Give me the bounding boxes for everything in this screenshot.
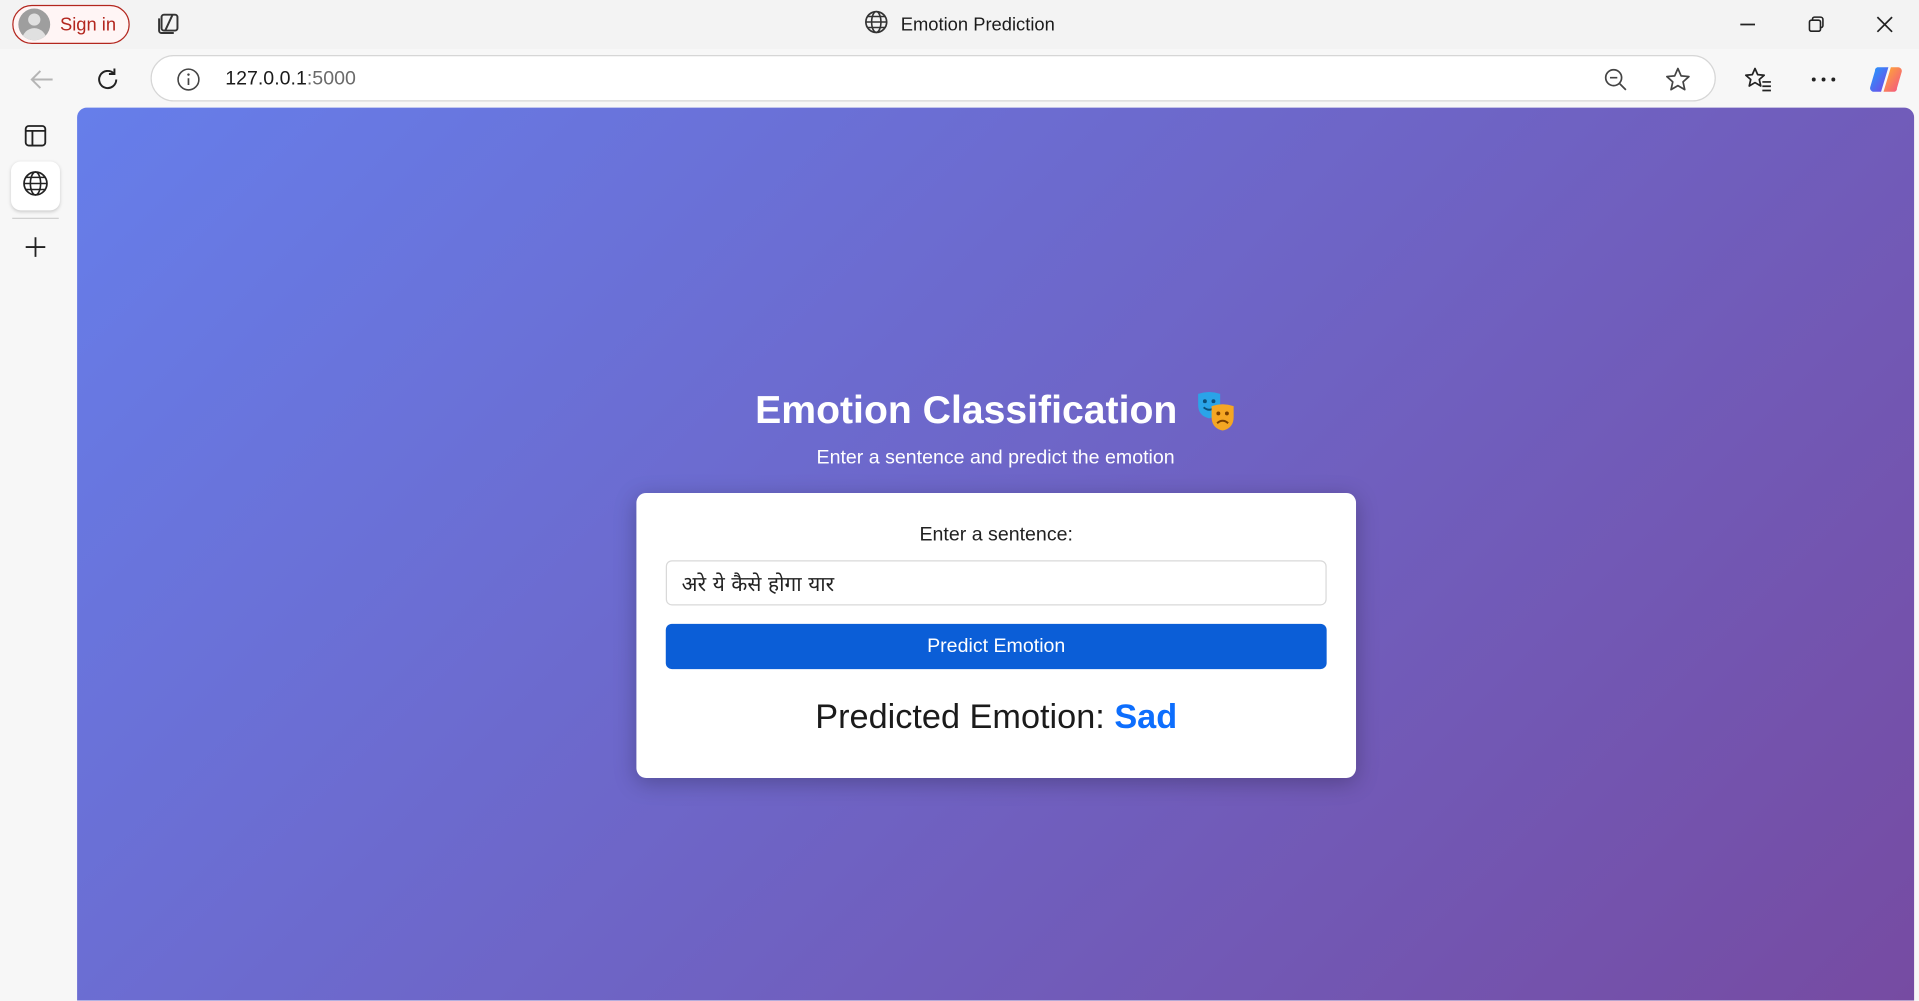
- tab-actions-icon[interactable]: [154, 11, 183, 38]
- predicted-emotion: Sad: [1114, 697, 1178, 736]
- result-prefix: Predicted Emotion:: [815, 697, 1105, 736]
- url-port: :5000: [306, 68, 356, 90]
- url-text[interactable]: 127.0.0.1:5000: [225, 68, 356, 90]
- sentence-input[interactable]: [665, 560, 1327, 606]
- back-arrow-icon[interactable]: [23, 61, 60, 98]
- page-subtitle: Enter a sentence and predict the emotion: [816, 447, 1175, 469]
- sign-in-label: Sign in: [59, 14, 117, 35]
- sign-in-button[interactable]: Sign in: [12, 4, 130, 45]
- zoom-out-icon[interactable]: [1603, 67, 1627, 98]
- avatar: [18, 8, 51, 41]
- prediction-result: Predicted Emotion: Sad: [636, 697, 1356, 736]
- sidebar-tab-globe[interactable]: [11, 161, 60, 211]
- minimize-icon[interactable]: [1731, 7, 1765, 41]
- theater-masks-icon: [1194, 390, 1236, 432]
- vertical-tabs-icon[interactable]: [11, 111, 60, 160]
- favorites-icon[interactable]: [1740, 61, 1777, 98]
- star-icon[interactable]: [1664, 66, 1691, 99]
- address-bar[interactable]: 127.0.0.1:5000: [150, 55, 1716, 102]
- sidebar-divider: [12, 217, 59, 219]
- more-icon[interactable]: [1805, 61, 1842, 98]
- globe-icon: [864, 10, 888, 39]
- page-content: Emotion Classification Enter a sentence …: [77, 107, 1915, 1001]
- copilot-icon[interactable]: [1868, 61, 1905, 98]
- title-bar: Sign in Emotion Prediction: [0, 0, 1919, 49]
- plus-icon[interactable]: [11, 223, 60, 272]
- window-title: Emotion Prediction: [864, 10, 1055, 39]
- window-title-text: Emotion Prediction: [900, 14, 1055, 35]
- refresh-icon[interactable]: [89, 61, 126, 98]
- sentence-label: Enter a sentence:: [919, 524, 1073, 546]
- page-title-text: Emotion Classification: [755, 387, 1178, 432]
- prediction-card: Enter a sentence: Predict Emotion Predic…: [636, 492, 1357, 778]
- restore-icon[interactable]: [1799, 7, 1833, 41]
- navigation-bar: 127.0.0.1:5000: [0, 48, 1919, 108]
- url-host: 127.0.0.1: [225, 68, 307, 90]
- page-title: Emotion Classification: [77, 388, 1914, 433]
- globe-icon: [22, 169, 49, 202]
- browser-sidebar: [0, 107, 76, 992]
- close-icon[interactable]: [1868, 7, 1902, 41]
- predict-emotion-button[interactable]: Predict Emotion: [665, 623, 1327, 670]
- info-icon[interactable]: [176, 67, 200, 98]
